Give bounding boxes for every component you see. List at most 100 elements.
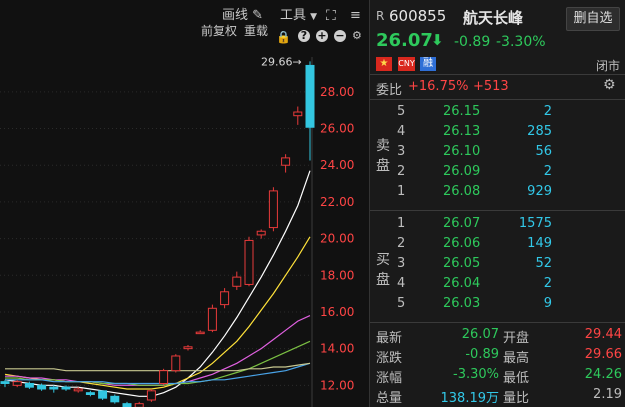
settings-icon[interactable]: ⚙ (603, 77, 616, 93)
candle-body (61, 386, 71, 390)
candle-body (85, 392, 95, 395)
ask-price: 26.15 (443, 104, 481, 119)
candle-body (98, 390, 108, 399)
ask-volume: 929 (527, 184, 552, 199)
ask-level: 1 (397, 184, 406, 199)
bid-volume: 2 (543, 276, 552, 291)
stat-value: 26.07 (461, 327, 499, 342)
candle-body (293, 111, 303, 117)
ask-price: 26.09 (443, 164, 481, 179)
candle-body (110, 395, 120, 403)
stock-name: 航天长峰 (463, 9, 524, 27)
bid-price: 26.06 (443, 236, 481, 251)
price-tick-label: 20.00 (320, 232, 354, 246)
moving-average-line (4, 236, 311, 390)
stat-value: 29.66 (584, 347, 622, 362)
candle-body (12, 381, 22, 386)
order-ratio-label: 委比 (376, 83, 403, 98)
candle-body (49, 386, 59, 390)
sell-side-label: 卖 (376, 138, 390, 154)
buy-side-label: 买 (376, 252, 390, 268)
bid-volume: 52 (535, 256, 552, 271)
stat-value: 138.19万 (440, 391, 500, 406)
ask-level: 4 (397, 124, 406, 139)
candle-body (244, 239, 254, 285)
candle-body (268, 190, 278, 229)
stat-label: 总量 (376, 391, 403, 406)
candle-body (305, 64, 315, 128)
stat-value: 29.44 (584, 327, 622, 342)
stat-value: 24.26 (584, 367, 622, 382)
kline-svg: 28.00 26.00 24.00 22.00 20.00 18.00 16.00 14.00… (0, 55, 354, 407)
price-tick-label: 14.00 (320, 342, 354, 356)
bid-volume: 1575 (518, 216, 552, 231)
divider (370, 210, 625, 211)
candle-body (0, 381, 10, 384)
bid-level: 4 (397, 276, 406, 291)
candle-body (24, 382, 34, 388)
arrow-down-icon: ⬇ (431, 31, 444, 49)
candle-body (220, 291, 230, 306)
moving-average-line (5, 340, 311, 386)
margin-badge: R (376, 9, 385, 23)
order-ratio-diff: +513 (473, 79, 509, 94)
bid-price: 26.07 (443, 216, 481, 231)
candle-body (159, 370, 169, 384)
ask-level: 3 (397, 144, 406, 159)
margin-trading-badge: 融 (420, 57, 436, 71)
bid-volume: 149 (527, 236, 552, 251)
buy-side-label: 盘 (376, 272, 390, 288)
currency-badge: CNY (398, 57, 415, 71)
price-tick-label: 12.00 (320, 378, 354, 392)
price-tick-label: 26.00 (320, 122, 354, 136)
stat-value: -3.30% (453, 367, 499, 382)
order-ratio-pct: +16.75% (408, 79, 469, 94)
divider (370, 74, 625, 75)
last-price: 26.07 (376, 30, 433, 51)
stat-label: 最低 (503, 371, 530, 386)
ask-price: 26.13 (443, 124, 481, 139)
ask-price: 26.08 (443, 184, 481, 199)
price-tick-label: 18.00 (320, 268, 354, 282)
candle-body (37, 384, 47, 390)
ask-volume: 2 (543, 164, 552, 179)
moving-average-line (5, 362, 311, 372)
candle-body (146, 390, 156, 401)
sell-side-label: 盘 (376, 158, 390, 174)
candle-body (232, 276, 242, 287)
ask-level: 2 (397, 164, 406, 179)
price-tick-label: 22.00 (320, 195, 354, 209)
divider (370, 322, 625, 323)
price-tick-label: 16.00 (320, 305, 354, 319)
ask-volume: 2 (543, 104, 552, 119)
bid-price: 26.05 (443, 256, 481, 271)
moving-average-line (5, 315, 311, 386)
stat-value: -0.89 (465, 347, 499, 362)
candle-body (73, 388, 83, 392)
price-change-pct: -3.30% (496, 34, 546, 50)
bid-level: 5 (397, 296, 406, 311)
candle-body (183, 346, 193, 350)
stat-label: 量比 (503, 391, 530, 406)
bid-level: 3 (397, 256, 406, 271)
divider (370, 99, 625, 100)
high-price-annotation: 29.66→ (261, 55, 302, 68)
candle-body (256, 230, 266, 236)
moving-average-line (5, 362, 311, 385)
price-change: -0.89 (454, 34, 491, 50)
china-flag-icon: ★ (376, 57, 392, 71)
candle-body (281, 157, 291, 166)
stat-value: 2.19 (593, 387, 622, 402)
stat-label: 涨幅 (376, 371, 403, 386)
bid-level: 1 (397, 216, 406, 231)
bid-price: 26.03 (443, 296, 481, 311)
candle-body (207, 307, 217, 331)
ask-price: 26.10 (443, 144, 481, 159)
stock-code: 600855 (389, 7, 447, 25)
bid-price: 26.04 (443, 276, 481, 291)
candle-body (171, 355, 181, 372)
bid-level: 2 (397, 236, 406, 251)
candle-body (195, 331, 205, 335)
remove-watchlist-button[interactable]: 删自选 (566, 7, 620, 31)
stat-label: 最新 (376, 331, 403, 346)
